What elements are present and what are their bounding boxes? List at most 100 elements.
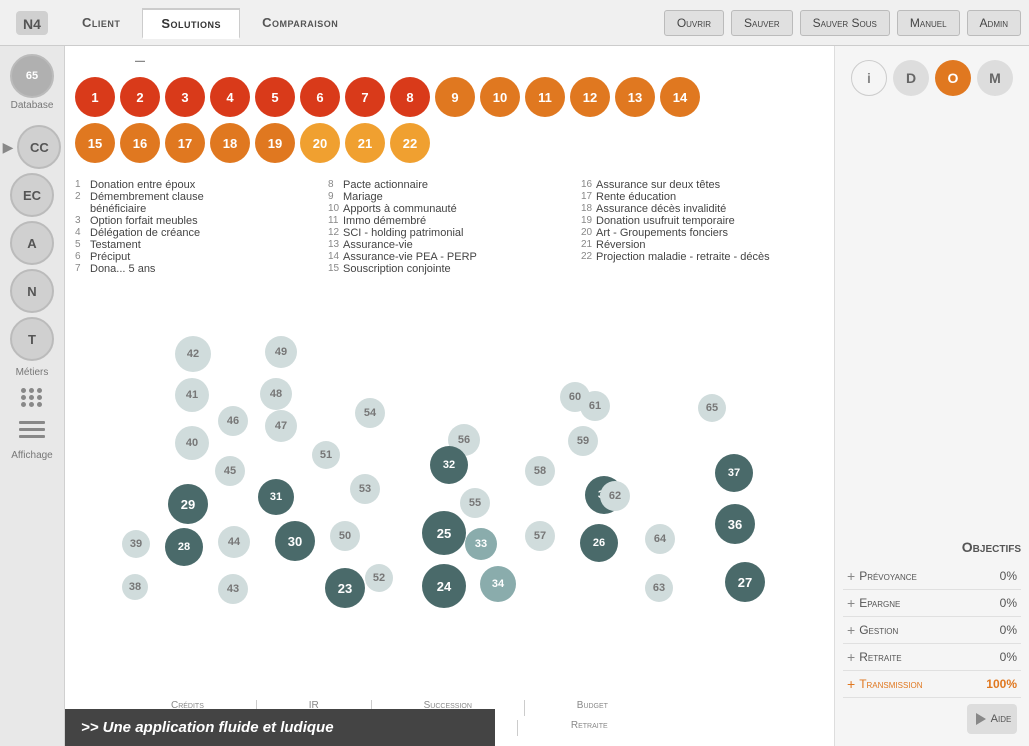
bubble-36[interactable]: 36 (715, 504, 755, 544)
ouvrir-button[interactable]: Ouvrir (664, 10, 724, 36)
circle-3[interactable]: 3 (165, 77, 205, 117)
d-icon-button[interactable]: D (893, 60, 929, 96)
obj-prevoyance: + Prévoyance 0% (843, 563, 1021, 590)
gestion-pct: 0% (1000, 623, 1017, 637)
aide-button[interactable]: Aide (967, 704, 1017, 734)
bottom-bar: >> Une application fluide et ludique (65, 709, 495, 746)
legend-22: 22Projection maladie - retraite - décès (581, 251, 824, 263)
bubble-58[interactable]: 58 (525, 456, 555, 486)
sidebar-a[interactable]: A (10, 221, 54, 265)
bubble-46[interactable]: 46 (218, 406, 248, 436)
legend-18: 18Assurance décès invalidité (581, 203, 824, 215)
o-icon-button[interactable]: O (935, 60, 971, 96)
sidebar-db-circle[interactable]: 65 (10, 54, 54, 98)
logo: N4 (8, 4, 56, 42)
retraite-pct: 0% (1000, 650, 1017, 664)
bubble-62[interactable]: 62 (600, 481, 630, 511)
circle-10[interactable]: 10 (480, 77, 520, 117)
epargne-plus[interactable]: + (847, 595, 855, 611)
tab-solutions[interactable]: Solutions (142, 8, 240, 39)
top-icon-row: i D O M (843, 54, 1021, 96)
bubble-52[interactable]: 52 (365, 564, 393, 592)
bubble-45[interactable]: 45 (215, 456, 245, 486)
play-icon (973, 712, 987, 726)
m-icon-button[interactable]: M (977, 60, 1013, 96)
bubble-40[interactable]: 40 (175, 426, 209, 460)
circle-9[interactable]: 9 (435, 77, 475, 117)
bubble-24[interactable]: 24 (422, 564, 466, 608)
sauver-sous-button[interactable]: Sauver Sous (800, 10, 890, 36)
sidebar-n[interactable]: N (10, 269, 54, 313)
circle-19[interactable]: 19 (255, 123, 295, 163)
bubble-64[interactable]: 64 (645, 524, 675, 554)
bubble-51[interactable]: 51 (312, 441, 340, 469)
bubble-34[interactable]: 34 (480, 566, 516, 602)
bubble-39[interactable]: 39 (122, 530, 150, 558)
bubble-57[interactable]: 57 (525, 521, 555, 551)
bubble-44[interactable]: 44 (218, 526, 250, 558)
circle-7[interactable]: 7 (345, 77, 385, 117)
sidebar-ec[interactable]: EC (10, 173, 54, 217)
prevoyance-plus[interactable]: + (847, 568, 855, 584)
tab-client[interactable]: Client (64, 9, 138, 36)
circle-12[interactable]: 12 (570, 77, 610, 117)
info-icon-button[interactable]: i (851, 60, 887, 96)
retraite-plus[interactable]: + (847, 649, 855, 665)
bubble-63[interactable]: 63 (645, 574, 673, 602)
admin-button[interactable]: Admin (967, 10, 1021, 36)
bubble-65[interactable]: 65 (698, 394, 726, 422)
circle-2[interactable]: 2 (120, 77, 160, 117)
bubble-61[interactable]: 61 (580, 391, 610, 421)
bubble-41[interactable]: 41 (175, 378, 209, 412)
bubble-29[interactable]: 29 (168, 484, 208, 524)
bubble-32[interactable]: 32 (430, 446, 468, 484)
legend-15: 15Souscription conjointe (328, 263, 571, 275)
circle-20[interactable]: 20 (300, 123, 340, 163)
circle-13[interactable]: 13 (615, 77, 655, 117)
circle-15[interactable]: 15 (75, 123, 115, 163)
bubble-26[interactable]: 26 (580, 524, 618, 562)
bubble-42[interactable]: 42 (175, 336, 211, 372)
circle-5[interactable]: 5 (255, 77, 295, 117)
manuel-button[interactable]: Manuel (897, 10, 960, 36)
bubble-43[interactable]: 43 (218, 574, 248, 604)
bubble-48[interactable]: 48 (260, 378, 292, 410)
bubble-53[interactable]: 53 (350, 474, 380, 504)
bubble-33[interactable]: 33 (465, 528, 497, 560)
sidebar-t[interactable]: T (10, 317, 54, 361)
bubble-23[interactable]: 23 (325, 568, 365, 608)
circle-21[interactable]: 21 (345, 123, 385, 163)
bubble-49[interactable]: 49 (265, 336, 297, 368)
circle-16[interactable]: 16 (120, 123, 160, 163)
bubble-30[interactable]: 30 (275, 521, 315, 561)
sauver-button[interactable]: Sauver (731, 10, 793, 36)
bubble-55[interactable]: 55 (460, 488, 490, 518)
circle-4[interactable]: 4 (210, 77, 250, 117)
bubble-37[interactable]: 37 (715, 454, 753, 492)
bubble-50[interactable]: 50 (330, 521, 360, 551)
axis-divider3 (524, 700, 525, 716)
bubble-38[interactable]: 38 (122, 574, 148, 600)
metiers-label: Métiers (16, 367, 49, 378)
transmission-plus[interactable]: + (847, 676, 855, 692)
circle-11[interactable]: 11 (525, 77, 565, 117)
lines-icon-button[interactable] (14, 416, 50, 444)
bubble-25[interactable]: 25 (422, 511, 466, 555)
circle-14[interactable]: 14 (660, 77, 700, 117)
tab-comparaison[interactable]: Comparaison (244, 9, 356, 36)
gestion-plus[interactable]: + (847, 622, 855, 638)
circle-17[interactable]: 17 (165, 123, 205, 163)
bubble-59[interactable]: 59 (568, 426, 598, 456)
bubble-28[interactable]: 28 (165, 528, 203, 566)
circle-8[interactable]: 8 (390, 77, 430, 117)
circle-6[interactable]: 6 (300, 77, 340, 117)
sidebar-cc[interactable]: CC (17, 125, 61, 169)
bubble-54[interactable]: 54 (355, 398, 385, 428)
circle-18[interactable]: 18 (210, 123, 250, 163)
circle-22[interactable]: 22 (390, 123, 430, 163)
circle-1[interactable]: 1 (75, 77, 115, 117)
bubble-47[interactable]: 47 (265, 410, 297, 442)
dots-grid-button[interactable] (14, 382, 50, 412)
bubble-27[interactable]: 27 (725, 562, 765, 602)
bubble-31[interactable]: 31 (258, 479, 294, 515)
